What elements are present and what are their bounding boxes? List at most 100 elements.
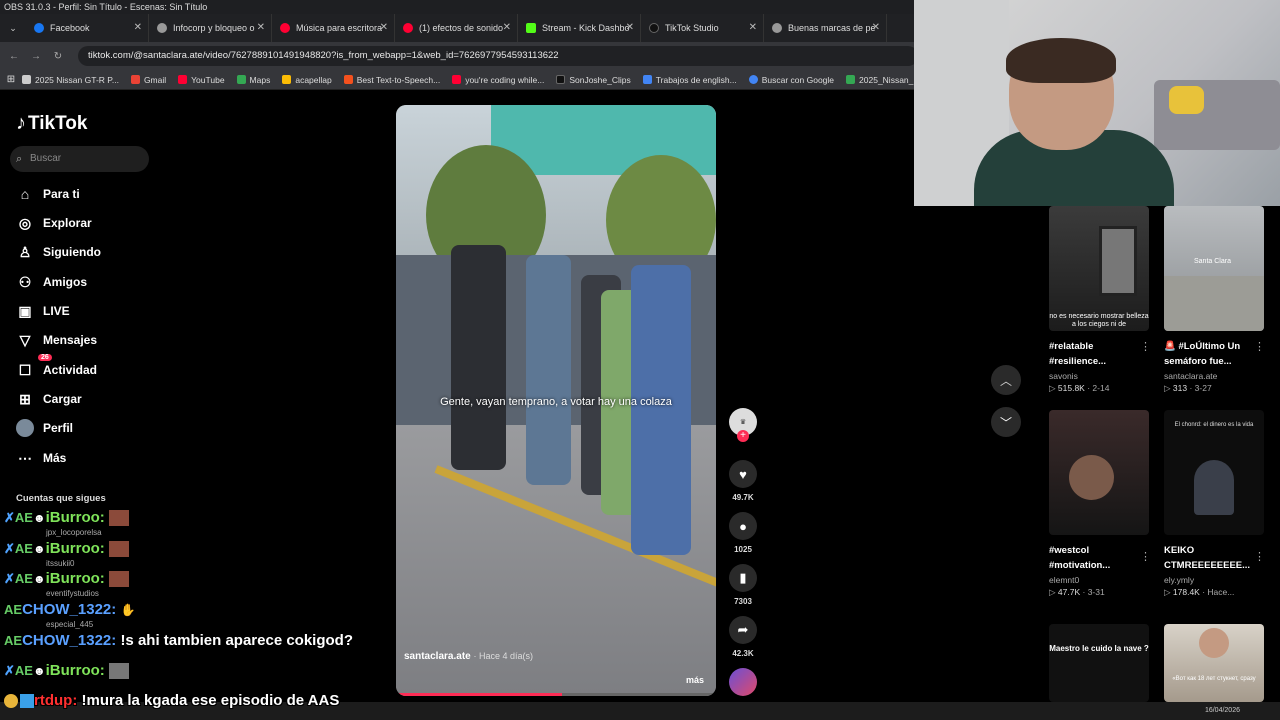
more-link[interactable]: más	[686, 675, 704, 685]
tab-efectos[interactable]: (1) efectos de sonido ✕	[395, 14, 518, 42]
taskbar-date: 16/04/2026	[1204, 707, 1240, 714]
video-player[interactable]: Gente, vayan temprano, a votar hay una c…	[396, 105, 716, 696]
forward-icon[interactable]: →	[28, 51, 44, 62]
card-date: 3-31	[1087, 587, 1105, 597]
more-options-icon[interactable]: ⋮	[1140, 340, 1151, 353]
bookmark-label: you're coding while...	[465, 74, 545, 85]
tab-kick[interactable]: Stream - Kick Dashbo ✕	[518, 14, 641, 42]
sidebar-item-explorar[interactable]: ◎ Explorar	[16, 211, 92, 235]
sidebar-item-live[interactable]: ▣ LIVE	[16, 299, 69, 323]
sidebar-item-perfil[interactable]: Perfil	[16, 416, 73, 440]
chat-username: iBurroo:	[45, 509, 105, 526]
grid-card[interactable]: Santa Clara 🚨 #LoÚltimo Un semáforo fue.…	[1164, 206, 1264, 394]
chat-message: rtdup: !mura la kgada ese episodio de AA…	[4, 692, 339, 709]
badge-icon	[4, 694, 18, 709]
tab-marcas[interactable]: Buenas marcas de pe ✕	[764, 14, 887, 42]
music-disc[interactable]	[728, 668, 758, 696]
reload-icon[interactable]: ↻	[50, 51, 66, 62]
more-icon: ⋯	[18, 449, 32, 466]
followed-account[interactable]: eventifystudios	[46, 589, 99, 598]
card-stats: ▷ 47.7K · 3-31	[1049, 587, 1105, 597]
followed-account[interactable]: itssukii0	[46, 559, 74, 568]
close-icon[interactable]: ✕	[380, 22, 388, 33]
grid-card[interactable]: El chonrd: el dinero es la vida KEIKO CT…	[1164, 410, 1264, 598]
tab-musica[interactable]: Música para escritora ✕	[272, 14, 395, 42]
sidebar-item-label: Actividad	[43, 363, 98, 377]
chevron-down-icon: ﹀	[999, 415, 1012, 430]
play-icon: ▷	[1164, 383, 1173, 393]
previous-video-button[interactable]: ︿	[991, 365, 1021, 395]
tab-label: (1) efectos de sonido	[419, 23, 504, 33]
back-icon[interactable]: ←	[6, 51, 22, 62]
follow-plus-icon[interactable]: +	[737, 430, 749, 442]
sidebar-item-mensajes[interactable]: ▽ Mensajes	[16, 328, 97, 352]
grid-card[interactable]: #westcol #motivation... elemnt0 ▷ 47.7K …	[1049, 410, 1149, 598]
bookmark[interactable]: acapellap	[282, 75, 332, 85]
author-avatar[interactable]: ♛ +	[728, 408, 758, 442]
close-icon[interactable]: ✕	[257, 22, 265, 33]
sidebar-item-amigos[interactable]: ⚇ Amigos	[16, 270, 87, 294]
sidebar-item-siguiendo[interactable]: ♙ Siguiendo	[16, 240, 101, 264]
tab-tiktok-studio[interactable]: TikTok Studio ✕	[641, 14, 764, 42]
bookmark[interactable]: Buscar con Google	[748, 75, 834, 85]
bookmark[interactable]: YouTube	[178, 75, 225, 85]
thumbnail: Santa Clara	[1164, 206, 1264, 331]
bookmark[interactable]: Trabajos de english...	[642, 75, 737, 85]
url-field[interactable]: tiktok.com/@santaclara.ate/video/7627889…	[78, 46, 918, 66]
bookmark-label: Gmail	[143, 74, 167, 85]
video-author[interactable]: santaclara.ate · Hace 4 día(s)	[404, 651, 533, 662]
thumbnail-text: El chonrd: el dinero es la vida	[1174, 422, 1254, 428]
sidebar-item-label: Explorar	[43, 216, 92, 230]
sidebar-item-label: Cargar	[43, 392, 82, 406]
close-icon[interactable]: ✕	[872, 22, 880, 33]
friends-icon: ⚇	[18, 273, 32, 290]
like-button[interactable]: ♥ 49.7K	[728, 460, 758, 502]
apps-icon[interactable]: ⊞	[0, 74, 22, 85]
close-icon[interactable]: ✕	[626, 22, 634, 33]
tiktok-logo[interactable]: ♪ TikTok	[16, 112, 87, 135]
more-options-icon[interactable]: ⋮	[1254, 340, 1265, 353]
close-icon[interactable]: ✕	[503, 22, 511, 33]
card-author: savonis	[1049, 371, 1078, 381]
grid-card[interactable]: Maestro le cuido la nave ?	[1049, 624, 1149, 702]
search-input[interactable]: ⌕ Buscar	[10, 146, 149, 172]
followed-account[interactable]: jpx_locoporelsa	[46, 528, 102, 537]
bookmark[interactable]: you're coding while...	[452, 75, 544, 85]
grid-card[interactable]: no es necesario mostrar belleza a los ci…	[1049, 206, 1149, 394]
comment-button[interactable]: ● 1025	[728, 512, 758, 554]
bookmark[interactable]: SonJoshe_Clips	[556, 75, 631, 85]
save-button[interactable]: ▮ 7303	[728, 564, 758, 606]
chat-username: iBurroo:	[45, 540, 105, 557]
card-author: elemnt0	[1049, 575, 1080, 585]
sidebar-item-actividad[interactable]: ☐ 26 Actividad	[16, 354, 98, 382]
bookmark[interactable]: Best Text-to-Speech...	[343, 75, 440, 85]
next-video-button[interactable]: ﹀	[991, 407, 1021, 437]
grid-card[interactable]: «Вот как 18 лет стукнет, сразу	[1164, 624, 1264, 702]
bookmark[interactable]: 2025 Nissan GT-R P...	[22, 75, 119, 85]
bookmark[interactable]: Gmail	[130, 74, 167, 85]
card-views: 47.7K	[1057, 587, 1081, 597]
thumbnail-text: Maestro le cuido la nave ?	[1049, 644, 1149, 653]
bookmark[interactable]: 2025_Nissan_	[846, 75, 913, 85]
tab-infocorp[interactable]: Infocorp y bloqueo o ✕	[149, 14, 272, 42]
close-icon[interactable]: ✕	[749, 22, 757, 33]
sidebar-item-mas[interactable]: ⋯ Más	[16, 446, 66, 470]
share-button[interactable]: ➦ 42.3K	[728, 616, 758, 658]
gmail-icon	[130, 75, 140, 84]
video-progress[interactable]	[396, 693, 716, 696]
chat-username: iBurroo:	[45, 570, 105, 587]
following-header: Cuentas que sigues	[16, 493, 106, 504]
more-options-icon[interactable]: ⋮	[1254, 550, 1265, 563]
tab-label: Música para escritora	[296, 23, 383, 33]
sidebar-item-cargar[interactable]: ⊞ Cargar	[16, 387, 82, 411]
followed-account[interactable]: especial_445	[46, 620, 93, 629]
close-icon[interactable]: ✕	[134, 22, 142, 33]
chat-username: rtdup:	[34, 692, 78, 709]
tab-facebook[interactable]: Facebook ✕	[26, 14, 149, 42]
chevron-up-icon: ︿	[999, 373, 1012, 388]
video-caption: Gente, vayan temprano, a votar hay una c…	[440, 396, 672, 408]
bookmark[interactable]: Maps	[236, 75, 270, 85]
more-options-icon[interactable]: ⋮	[1140, 550, 1151, 563]
sidebar-item-para-ti[interactable]: ⌂ Para ti	[16, 182, 80, 206]
tab-search-icon[interactable]: ⌄	[0, 23, 26, 34]
